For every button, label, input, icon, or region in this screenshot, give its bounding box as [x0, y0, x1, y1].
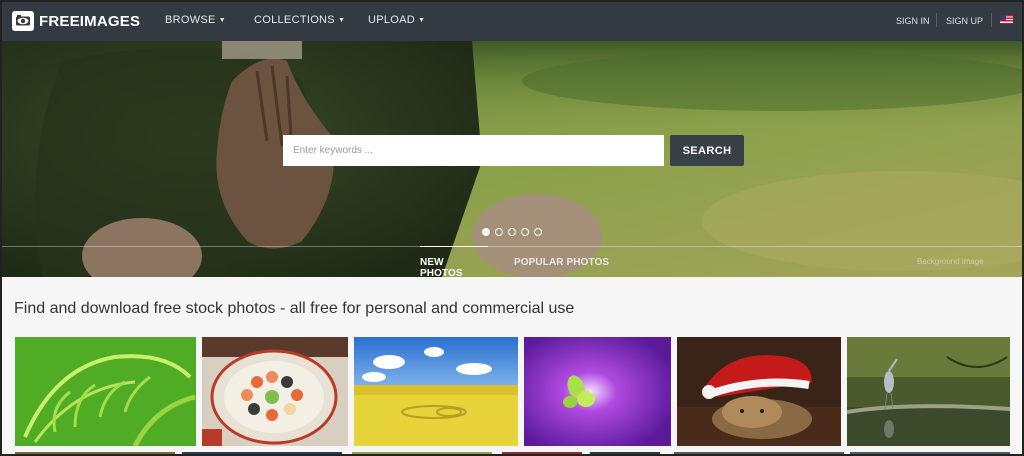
fern-photo[interactable] — [15, 337, 196, 446]
top-nav: FREEIMAGES BROWSE ▼ COLLECTIONS ▼ UPLOAD ▼ … — [2, 2, 1022, 41]
caret-down-icon: ▼ — [418, 17, 426, 24]
logo-text: FREEIMAGES — [39, 12, 141, 30]
caret-down-icon: ▼ — [218, 17, 226, 24]
logo[interactable]: FREEIMAGES — [12, 9, 140, 33]
photo-thumbnail-partial[interactable] — [502, 452, 582, 454]
upload-label: UPLOAD — [368, 14, 416, 26]
collections-label: COLLECTIONS — [254, 14, 335, 26]
carousel-dot[interactable] — [508, 228, 516, 236]
carousel-dot[interactable] — [534, 228, 542, 236]
browse-menu[interactable]: BROWSE ▼ — [165, 14, 226, 26]
photo-thumbnail-partial[interactable] — [15, 452, 175, 454]
photo-thumbnail-partial[interactable] — [590, 452, 660, 454]
rapeseed-field-photo[interactable] — [354, 337, 518, 446]
background-credit-link[interactable]: Background image — [917, 257, 984, 266]
tab-new-photos[interactable]: NEW PHOTOS — [420, 246, 488, 277]
search-button[interactable]: SEARCH — [670, 135, 744, 166]
camera-eye-icon — [12, 11, 34, 31]
nav-divider — [991, 13, 992, 27]
sign-in-link[interactable]: SIGN IN — [896, 16, 930, 26]
puppy-santa-hat-photo[interactable] — [677, 337, 841, 446]
collections-menu[interactable]: COLLECTIONS ▼ — [254, 14, 345, 26]
photo-thumbnail-partial[interactable] — [674, 452, 844, 454]
browser-page: FREEIMAGES BROWSE ▼ COLLECTIONS ▼ UPLOAD ▼ … — [0, 0, 1024, 456]
carousel-dots — [482, 228, 542, 236]
carousel-dot[interactable] — [495, 228, 503, 236]
photo-thumbnail-partial[interactable] — [352, 452, 492, 454]
search-input[interactable] — [283, 135, 664, 166]
nav-divider — [936, 13, 937, 27]
sushi-platter-photo[interactable] — [202, 337, 348, 446]
purple-flower-photo[interactable] — [524, 337, 671, 446]
page-headline: Find and download free stock photos - al… — [14, 300, 575, 317]
photo-thumbnail-partial[interactable] — [182, 452, 342, 454]
us-flag-icon[interactable] — [1000, 15, 1013, 24]
hero-banner: SEARCH NEW PHOTOS POPULAR PHOTOS Backgro… — [2, 41, 1022, 277]
photo-thumbnail-partial[interactable] — [850, 452, 1010, 454]
upload-menu[interactable]: UPLOAD ▼ — [368, 14, 425, 26]
caret-down-icon: ▼ — [337, 17, 346, 24]
browse-label: BROWSE — [165, 14, 216, 26]
hero-divider — [2, 246, 1022, 247]
carousel-dot[interactable] — [521, 228, 529, 236]
sign-up-link[interactable]: SIGN UP — [946, 16, 983, 26]
tab-popular-photos[interactable]: POPULAR PHOTOS — [514, 247, 609, 277]
carousel-dot[interactable] — [482, 228, 490, 236]
heron-photo[interactable] — [847, 337, 1010, 446]
